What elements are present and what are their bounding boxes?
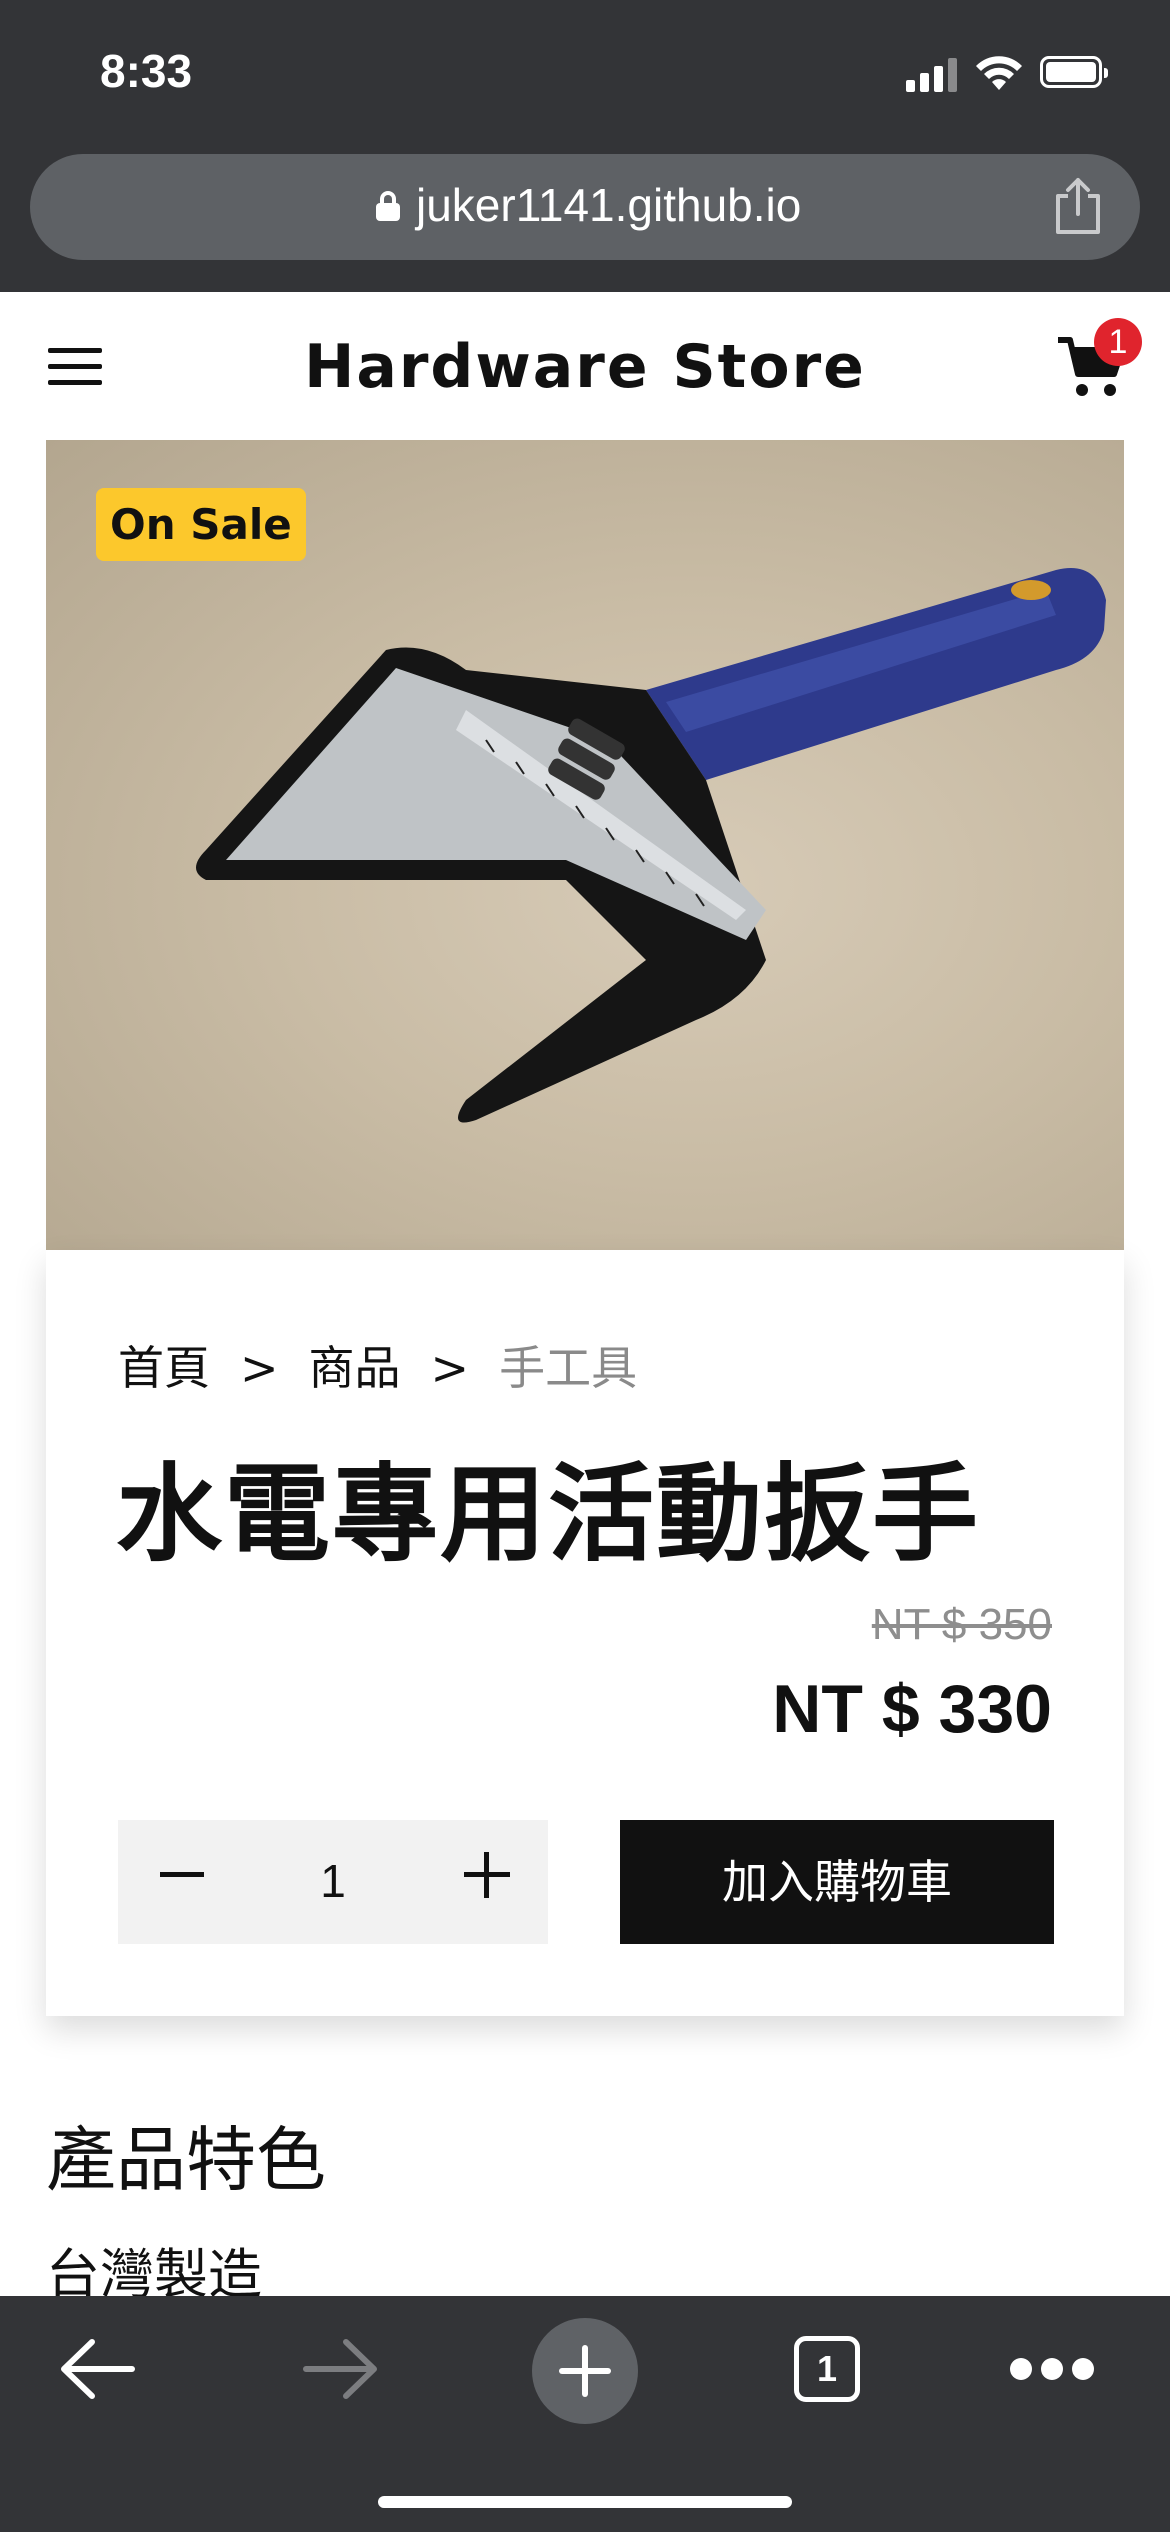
status-time: 8:33 [100,45,193,97]
cellular-signal-icon [906,56,958,92]
on-sale-badge: On Sale [96,488,306,561]
new-tab-plus-icon[interactable] [532,2318,638,2424]
forward-arrow-icon[interactable] [300,2334,380,2404]
url-text[interactable]: juker1141.github.io [416,178,801,232]
site-brand[interactable]: Hardware Store [0,332,1170,402]
product-image: On Sale [46,440,1124,1250]
sale-price: NT $ 330 [772,1671,1052,1747]
features-heading: 產品特色 [46,2119,326,2201]
product-title: 水電專用活動扳手 [116,1453,980,1576]
quantity-stepper: 1 [118,1820,548,1944]
site-header: Hardware Store 1 [0,292,1170,440]
address-bar[interactable]: juker1141.github.io [30,154,1140,260]
share-icon[interactable] [1050,176,1106,236]
breadcrumb: 首頁 > 商品 > 手工具 [118,1332,637,1398]
lock-icon [376,191,400,221]
more-icon[interactable] [1010,2358,1094,2382]
breadcrumb-separator: > [430,1341,470,1395]
product-card: 首頁 > 商品 > 手工具 水電專用活動扳手 NT $ 350 NT $ 330 1 加… [46,1250,1124,2016]
increase-quantity-button[interactable] [464,1852,510,1898]
breadcrumb-current: 手工具 [499,1341,638,1395]
wifi-icon [976,56,1022,90]
browser-top-chrome: 8:33 juker1141.github.io [0,0,1170,292]
browser-bottom-bar: 1 [0,2296,1170,2532]
breadcrumb-products[interactable]: 商品 [309,1341,401,1395]
breadcrumb-separator: > [240,1341,279,1395]
breadcrumb-home[interactable]: 首頁 [118,1341,210,1395]
cart-count-badge: 1 [1094,318,1142,366]
wrench-illustration [196,568,1106,1123]
add-to-cart-button[interactable]: 加入購物車 [620,1820,1054,1944]
original-price: NT $ 350 [871,1600,1052,1649]
back-arrow-icon[interactable] [58,2334,138,2404]
home-indicator [378,2496,792,2508]
battery-icon [1040,56,1108,88]
tabs-icon[interactable]: 1 [794,2336,860,2402]
